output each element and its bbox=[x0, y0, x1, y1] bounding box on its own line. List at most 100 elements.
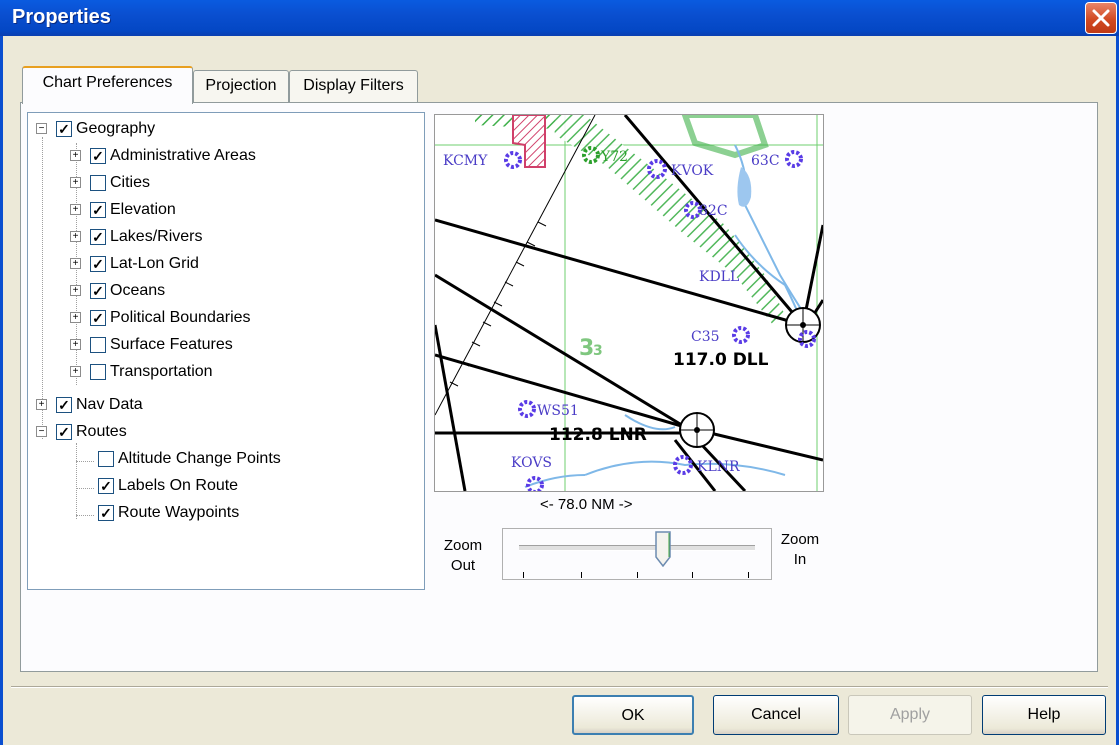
window-frame-left bbox=[0, 36, 3, 745]
expand-icon[interactable]: + bbox=[70, 177, 81, 188]
zoom-out-label-line1: Zoom bbox=[443, 537, 483, 554]
zoom-slider-thumb[interactable] bbox=[655, 531, 671, 567]
tree-node-label: Cities bbox=[110, 174, 151, 191]
zoom-out-label: Zoom Out bbox=[438, 536, 488, 576]
tree-node-label: Lat-Lon Grid bbox=[110, 255, 199, 272]
tree-node-label: Altitude Change Points bbox=[118, 450, 281, 467]
expand-icon[interactable]: + bbox=[70, 231, 81, 242]
political-boundaries-checkbox[interactable]: ✓ bbox=[90, 310, 106, 326]
routes-checkbox[interactable]: ✓ bbox=[56, 424, 72, 440]
tree-node-political-boundaries[interactable]: + ✓ Political Boundaries bbox=[70, 306, 410, 330]
transportation-checkbox[interactable] bbox=[90, 364, 106, 380]
button-separator bbox=[11, 686, 1108, 688]
administrative-areas-checkbox[interactable]: ✓ bbox=[90, 148, 106, 164]
expand-icon[interactable]: + bbox=[70, 366, 81, 377]
collapse-icon[interactable]: − bbox=[36, 123, 47, 134]
tree-node-elevation[interactable]: + ✓ Elevation bbox=[70, 198, 410, 222]
map-label-dll: 117.0 DLL bbox=[673, 350, 769, 370]
oceans-checkbox[interactable]: ✓ bbox=[90, 283, 106, 299]
restricted-area bbox=[512, 115, 546, 168]
zoom-tick bbox=[692, 572, 693, 578]
tree-node-label: Nav Data bbox=[76, 396, 143, 413]
lat-lon-grid-checkbox[interactable]: ✓ bbox=[90, 256, 106, 272]
map-label-c35: C35 bbox=[691, 329, 720, 345]
tree-node-transportation[interactable]: + Transportation bbox=[70, 360, 410, 384]
zoom-in-label-line1: Zoom bbox=[780, 531, 820, 548]
map-label-klnr: KLNR bbox=[697, 459, 740, 475]
tab-chart-preferences[interactable]: Chart Preferences bbox=[22, 66, 193, 104]
ok-button[interactable]: OK bbox=[572, 695, 694, 735]
tree-node-routes[interactable]: − ✓ Routes bbox=[36, 420, 416, 444]
window-title: Properties bbox=[12, 6, 111, 28]
tree-node-route-waypoints[interactable]: ✓ Route Waypoints bbox=[98, 501, 408, 525]
tree-node-label: Lakes/Rivers bbox=[110, 228, 203, 245]
tree-connector bbox=[76, 461, 94, 462]
cities-checkbox[interactable] bbox=[90, 175, 106, 191]
expand-icon[interactable]: + bbox=[36, 399, 47, 410]
tree-node-label: Geography bbox=[76, 120, 156, 137]
tree-connector bbox=[76, 515, 94, 516]
expand-icon[interactable]: + bbox=[70, 258, 81, 269]
tree-node-label: Political Boundaries bbox=[110, 309, 251, 326]
map-label-82c: 82C bbox=[699, 203, 728, 219]
tab-label: Projection bbox=[205, 77, 277, 94]
map-label-kcmy: KCMY bbox=[443, 153, 488, 169]
zoom-tick bbox=[637, 572, 638, 578]
geography-checkbox[interactable]: ✓ bbox=[56, 121, 72, 137]
tree-node-labels-on-route[interactable]: ✓ Labels On Route bbox=[98, 474, 408, 498]
expand-icon[interactable]: + bbox=[70, 339, 81, 350]
expand-icon[interactable]: + bbox=[70, 150, 81, 161]
nav-data-checkbox[interactable]: ✓ bbox=[56, 397, 72, 413]
tree-node-cities[interactable]: + Cities bbox=[70, 171, 410, 195]
boundary-hatch bbox=[681, 115, 769, 159]
tree-node-label: Labels On Route bbox=[118, 477, 239, 494]
tree-node-nav-data[interactable]: + ✓ Nav Data bbox=[36, 393, 416, 417]
tab-projection[interactable]: Projection bbox=[193, 70, 289, 102]
vor-symbol bbox=[679, 412, 715, 448]
tree-node-surface-features[interactable]: + Surface Features bbox=[70, 333, 410, 357]
route-waypoints-checkbox[interactable]: ✓ bbox=[98, 505, 114, 521]
zoom-out-label-line2: Out bbox=[450, 557, 476, 574]
map-label-y72: Y72 bbox=[600, 149, 628, 165]
lake bbox=[737, 167, 752, 207]
map-label-kdll: KDLL bbox=[699, 269, 739, 285]
tree-node-lat-lon-grid[interactable]: + ✓ Lat-Lon Grid bbox=[70, 252, 410, 276]
tree-node-altitude-change-points[interactable]: Altitude Change Points bbox=[98, 447, 408, 471]
help-button[interactable]: Help bbox=[982, 695, 1106, 735]
chart-preview-graphic: KCMY KVOK 63C 82C KDLL C35 WS51 KOVS KLN… bbox=[435, 115, 823, 491]
tree-node-label: Elevation bbox=[110, 201, 176, 218]
tab-label: Chart Preferences bbox=[42, 74, 173, 91]
close-button[interactable] bbox=[1085, 2, 1117, 34]
labels-on-route-checkbox[interactable]: ✓ bbox=[98, 478, 114, 494]
title-bar[interactable]: Properties bbox=[0, 0, 1119, 36]
tree-node-oceans[interactable]: + ✓ Oceans bbox=[70, 279, 410, 303]
zoom-in-label: Zoom In bbox=[774, 530, 826, 570]
map-label-63c: 63C bbox=[751, 153, 780, 169]
lakes-rivers-checkbox[interactable]: ✓ bbox=[90, 229, 106, 245]
scale-readout: <- 78.0 NM -> bbox=[540, 496, 633, 513]
zoom-tick bbox=[581, 572, 582, 578]
tree-node-administrative-areas[interactable]: + ✓ Administrative Areas bbox=[70, 144, 410, 168]
chart-preview-map[interactable]: KCMY KVOK 63C 82C KDLL C35 WS51 KOVS KLN… bbox=[434, 114, 824, 492]
zoom-tick bbox=[523, 572, 524, 578]
tab-display-filters[interactable]: Display Filters bbox=[289, 70, 418, 102]
tree-connector bbox=[76, 488, 94, 489]
expand-icon[interactable]: + bbox=[70, 204, 81, 215]
collapse-icon[interactable]: − bbox=[36, 426, 47, 437]
surface-features-checkbox[interactable] bbox=[90, 337, 106, 353]
altitude-change-points-checkbox[interactable] bbox=[98, 451, 114, 467]
cancel-button[interactable]: Cancel bbox=[713, 695, 839, 735]
tree-node-label: Route Waypoints bbox=[118, 504, 240, 521]
close-icon bbox=[1092, 9, 1110, 27]
layer-tree[interactable]: − ✓ Geography + ✓ Administrative Areas +… bbox=[27, 112, 425, 590]
map-label-kvok: KVOK bbox=[671, 163, 714, 179]
tree-connector bbox=[76, 443, 77, 519]
zoom-slider-track[interactable] bbox=[519, 545, 755, 551]
tree-node-label: Transportation bbox=[110, 363, 213, 380]
expand-icon[interactable]: + bbox=[70, 285, 81, 296]
tree-node-lakes-rivers[interactable]: + ✓ Lakes/Rivers bbox=[70, 225, 410, 249]
tree-node-geography[interactable]: − ✓ Geography bbox=[36, 117, 416, 141]
expand-icon[interactable]: + bbox=[70, 312, 81, 323]
apply-button[interactable]: Apply bbox=[848, 695, 972, 735]
elevation-checkbox[interactable]: ✓ bbox=[90, 202, 106, 218]
